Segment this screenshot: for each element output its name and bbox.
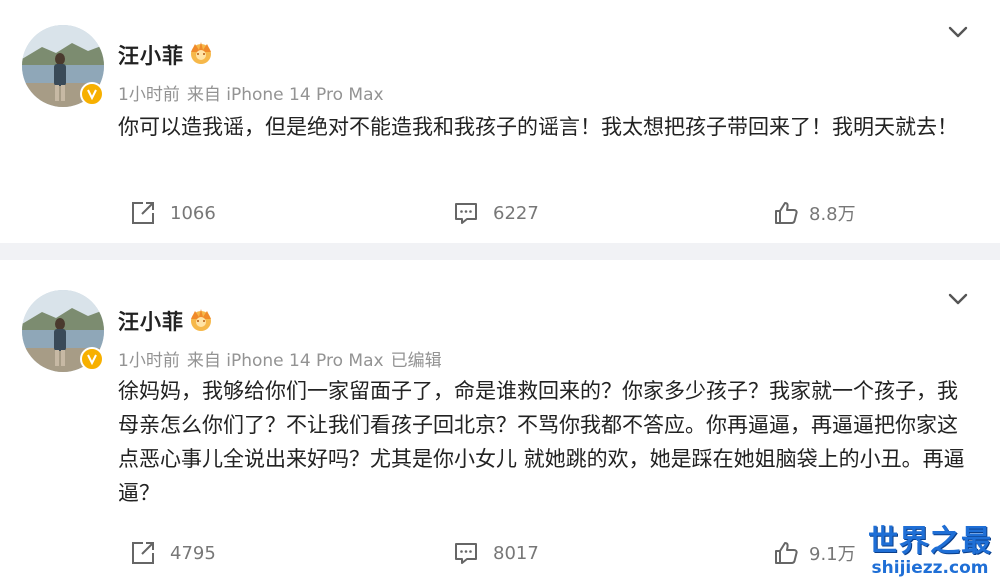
chevron-down-icon[interactable] xyxy=(948,25,968,39)
watermark-title: 世界之最 xyxy=(868,524,992,559)
post-time: 1小时前 xyxy=(118,351,180,371)
crown-member-icon[interactable] xyxy=(186,307,216,333)
post-meta: 1小时前 来自 iPhone 14 Pro Max xyxy=(118,80,384,105)
comment-count: 6227 xyxy=(493,202,539,224)
post-source: 来自 iPhone 14 Pro Max xyxy=(186,85,384,105)
action-bar: 1066 6227 8.8万 xyxy=(0,198,1000,228)
post-content: 徐妈妈，我够给你们一家留面子了，命是谁救回来的？你家多少孩子？我家就一个孩子，我… xyxy=(118,379,965,505)
verified-v-badge-icon xyxy=(80,347,104,371)
post-meta: 1小时前 来自 iPhone 14 Pro Max 已编辑 xyxy=(118,346,442,371)
like-count: 8.8万 xyxy=(809,204,856,225)
like-button[interactable]: 9.1万 xyxy=(773,538,856,568)
like-count: 9.1万 xyxy=(809,544,856,565)
post-content: 你可以造我谣，但是绝对不能造我和我孩子的谣言！我太想把孩子带回来了！我明天就去！ xyxy=(118,115,958,139)
crown-member-icon[interactable] xyxy=(186,40,216,66)
comment-count: 8017 xyxy=(493,542,539,564)
username[interactable]: 汪小菲 xyxy=(118,306,184,336)
username[interactable]: 汪小菲 xyxy=(118,40,184,70)
repost-button[interactable]: 4795 xyxy=(130,538,216,568)
like-button[interactable]: 8.8万 xyxy=(773,198,856,228)
repost-icon xyxy=(132,542,154,564)
repost-button[interactable]: 1066 xyxy=(130,198,216,228)
comment-icon xyxy=(455,203,477,224)
weibo-post: 汪小菲 1小时前 来自 iPhone 14 Pro Max 你可以造我谣，但是绝对… xyxy=(0,0,1000,243)
weibo-post: 汪小菲 1小时前 来自 iPhone 14 Pro Max 已编辑 徐妈妈，我够给你… xyxy=(0,260,1000,583)
watermark-logo: 世界之最 shijiezz.com xyxy=(868,524,992,578)
edited-label[interactable]: 已编辑 xyxy=(391,351,442,371)
post-source: 来自 iPhone 14 Pro Max xyxy=(186,351,384,371)
verified-v-badge-icon xyxy=(80,82,104,106)
post-time: 1小时前 xyxy=(118,85,180,105)
thumbs-up-icon xyxy=(775,202,798,224)
watermark-url: shijiezz.com xyxy=(871,558,989,578)
post-separator xyxy=(0,243,1000,260)
comment-icon xyxy=(455,543,477,564)
repost-count: 4795 xyxy=(170,542,216,564)
comment-button[interactable]: 8017 xyxy=(453,538,539,568)
chevron-down-icon[interactable] xyxy=(948,292,968,306)
action-bar: 4795 8017 9.1万 xyxy=(0,538,1000,568)
thumbs-up-icon xyxy=(775,542,798,564)
repost-icon xyxy=(132,202,154,224)
comment-button[interactable]: 6227 xyxy=(453,198,539,228)
repost-count: 1066 xyxy=(170,202,216,224)
